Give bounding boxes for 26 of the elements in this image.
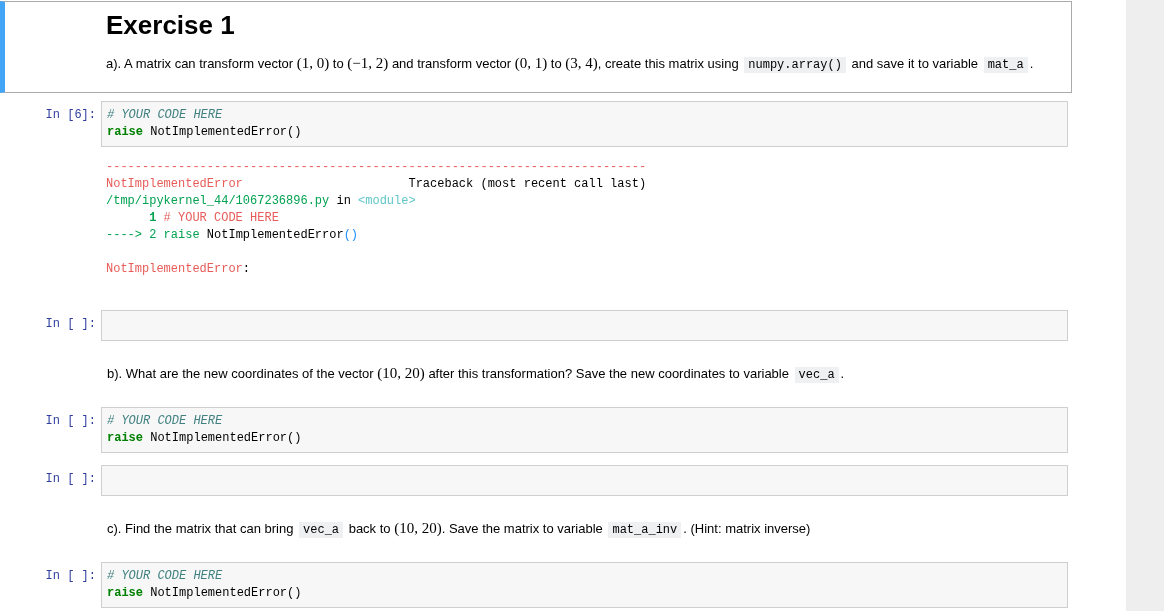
cell-prompt: In [6]: xyxy=(44,107,97,124)
code-input[interactable]: # YOUR CODE HERE raise NotImplementedError() xyxy=(101,562,1068,608)
traceback-line: /tmp/ipykernel_44/1067236896.py in <module> xyxy=(106,193,417,210)
instruction-text: a). A matrix can transform vector (1, 0) to (−1, 2) and transform vector (0, 1) to (3, 4), create this matrix using numpy.array() and save it to variable mat_a . xyxy=(106,54,1035,75)
traceback-line: ----> 2 raise NotImplementedError() xyxy=(106,227,360,244)
exercise-heading: Exercise 1 xyxy=(106,9,236,42)
code-line: # YOUR CODE HERE xyxy=(107,413,224,430)
code-input[interactable] xyxy=(101,310,1068,341)
code-input[interactable]: # YOUR CODE HERE raise NotImplementedError() xyxy=(101,101,1068,147)
code-input[interactable]: # YOUR CODE HERE raise NotImplementedError() xyxy=(101,407,1068,453)
code-line: # YOUR CODE HERE xyxy=(107,568,224,585)
code-line: # YOUR CODE HERE xyxy=(107,107,224,124)
traceback-line: 1 # YOUR CODE HERE xyxy=(148,210,280,227)
cell-prompt: In [ ]: xyxy=(44,471,97,488)
instruction-text: c). Find the matrix that can bring vec_a back to (10, 20). Save the matrix to variable mat_a_inv . (Hint: matrix inverse) xyxy=(107,519,812,540)
instruction-text: b). What are the new coordinates of the vector (10, 20) after this transformation? Save the new coordinates to variable vec_a . xyxy=(107,364,846,385)
cell-prompt: In [ ]: xyxy=(44,413,97,430)
cell-prompt: In [ ]: xyxy=(44,316,97,333)
error-line: NotImplementedError: xyxy=(106,261,252,278)
traceback-line: NotImplementedError Traceback (most recent call last) xyxy=(106,176,648,193)
traceback-line: --------------------------------------------------------------------------- xyxy=(106,159,648,176)
code-line: raise NotImplementedError() xyxy=(107,124,303,141)
code-input[interactable] xyxy=(101,465,1068,496)
code-line: raise NotImplementedError() xyxy=(107,585,303,602)
cell-prompt: In [ ]: xyxy=(44,568,97,585)
code-line: raise NotImplementedError() xyxy=(107,430,303,447)
